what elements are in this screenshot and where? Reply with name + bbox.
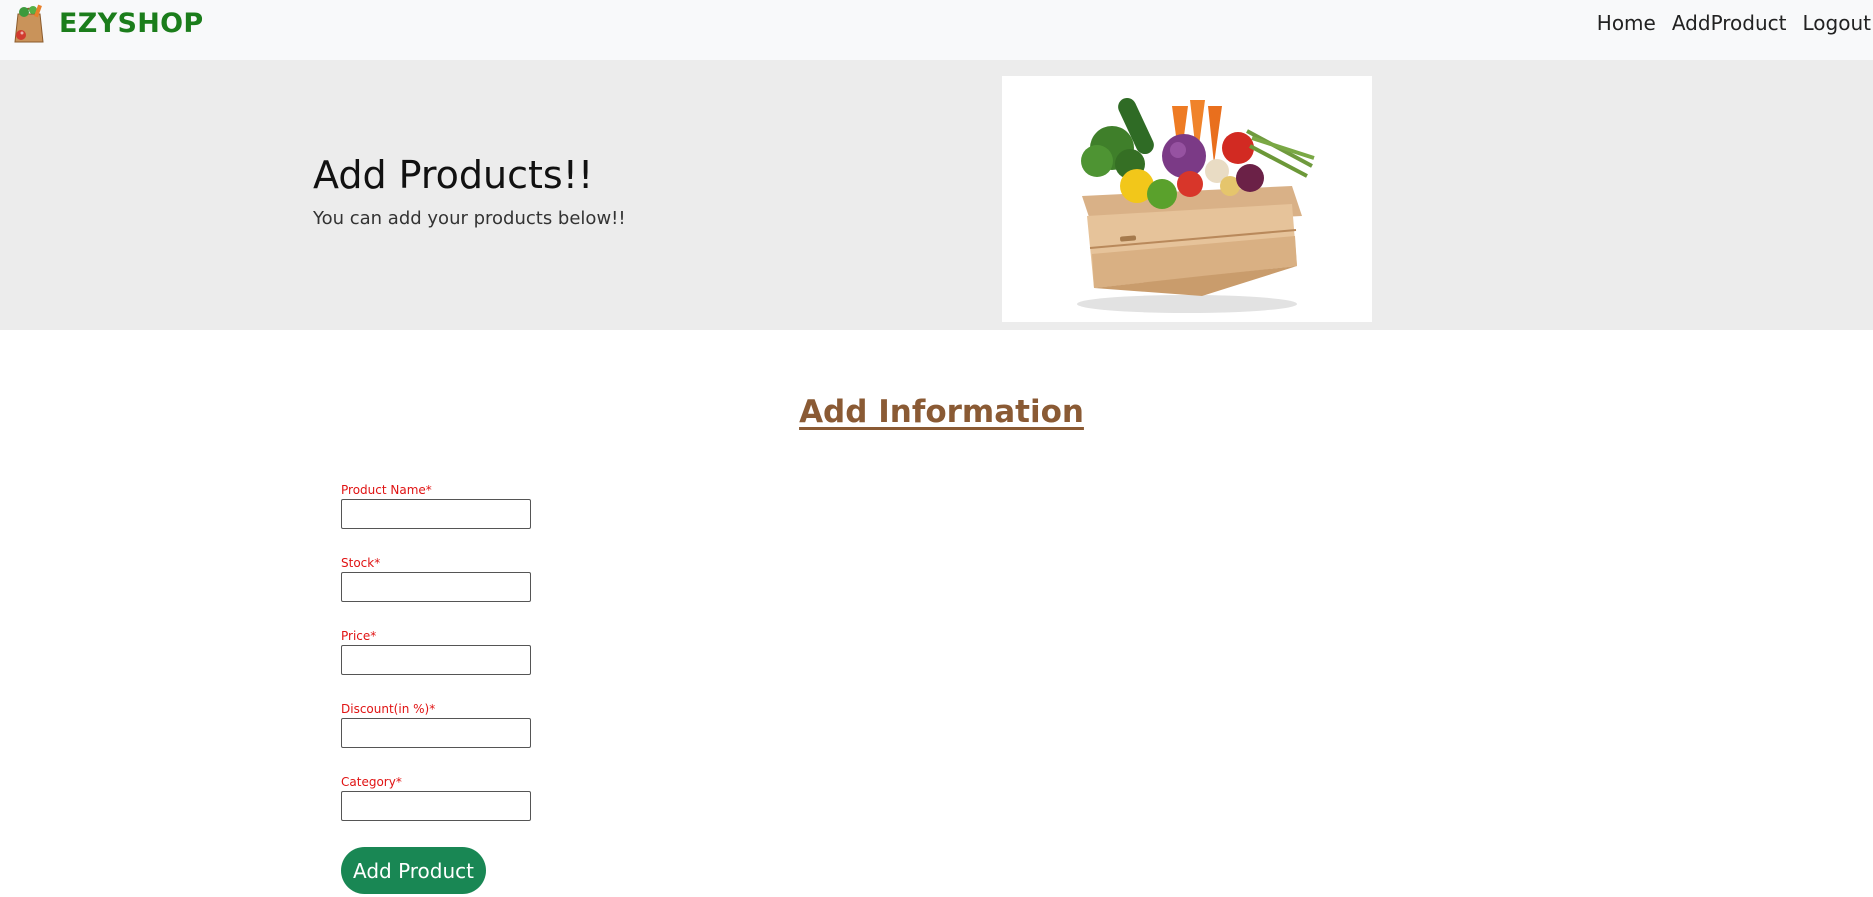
brand-name: EZYSHOP: [59, 7, 204, 39]
discount-label: Discount(in %)*: [341, 702, 436, 716]
navbar: EZYSHOP Home AddProduct Logout: [0, 0, 1873, 60]
vegetable-crate-illustration: [1077, 97, 1315, 313]
category-input[interactable]: [341, 791, 531, 821]
category-field: Category*: [341, 774, 541, 821]
nav-home-link[interactable]: Home: [1597, 10, 1656, 36]
nav-logout-link[interactable]: Logout: [1803, 10, 1871, 36]
brand[interactable]: EZYSHOP: [9, 2, 203, 44]
category-label: Category*: [341, 775, 402, 789]
hero-banner: Add Products!! You can add your products…: [0, 60, 1873, 330]
product-name-label: Product Name*: [341, 483, 432, 497]
section-title: Add Information: [799, 394, 1084, 430]
vegetable-crate-image: [1002, 76, 1372, 322]
nav-addproduct-link[interactable]: AddProduct: [1672, 10, 1787, 36]
price-label: Price*: [341, 629, 377, 643]
add-product-button[interactable]: Add Product: [341, 847, 486, 894]
product-name-input[interactable]: [341, 499, 531, 529]
discount-field: Discount(in %)*: [341, 701, 541, 748]
hero-subtitle: You can add your products below!!: [313, 208, 626, 229]
stock-label: Stock*: [341, 556, 381, 570]
stock-field: Stock*: [341, 555, 541, 602]
hero-title: Add Products!!: [313, 153, 594, 197]
nav-links: Home AddProduct Logout: [1597, 10, 1873, 36]
discount-input[interactable]: [341, 718, 531, 748]
price-input[interactable]: [341, 645, 531, 675]
grocery-bag-icon: [14, 4, 44, 43]
price-field: Price*: [341, 628, 541, 675]
stock-input[interactable]: [341, 572, 531, 602]
product-name-field: Product Name*: [341, 482, 541, 529]
